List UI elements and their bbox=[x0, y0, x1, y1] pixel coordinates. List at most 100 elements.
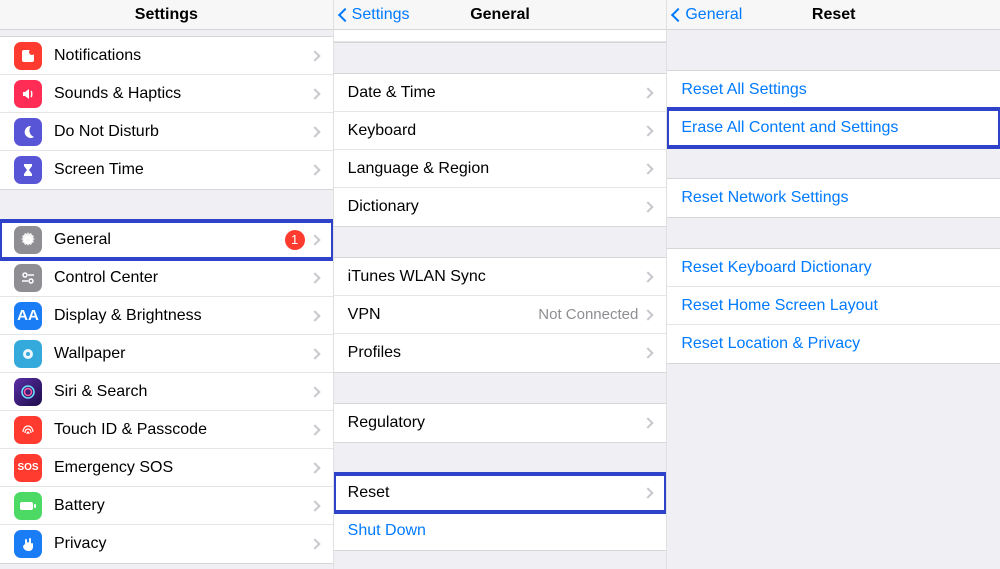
row-label: Reset All Settings bbox=[681, 81, 986, 99]
row-label: General bbox=[54, 231, 285, 249]
row-label: Dictionary bbox=[348, 198, 645, 216]
chevron-right-icon bbox=[309, 126, 320, 137]
row-erase-all[interactable]: Erase All Content and Settings bbox=[667, 109, 1000, 147]
row-label: Reset Location & Privacy bbox=[681, 335, 986, 353]
chevron-left-icon bbox=[671, 7, 685, 21]
row-privacy[interactable]: Privacy bbox=[0, 525, 333, 563]
sos-icon: SOS bbox=[14, 454, 42, 482]
chevron-right-icon bbox=[643, 309, 654, 320]
row-siri[interactable]: Siri & Search bbox=[0, 373, 333, 411]
row-sos[interactable]: SOS Emergency SOS bbox=[0, 449, 333, 487]
chevron-right-icon bbox=[643, 125, 654, 136]
row-keyboard[interactable]: Keyboard bbox=[334, 112, 667, 150]
row-label: Emergency SOS bbox=[54, 459, 311, 477]
chevron-right-icon bbox=[309, 310, 320, 321]
gear-icon bbox=[14, 226, 42, 254]
row-wallpaper[interactable]: Wallpaper bbox=[0, 335, 333, 373]
chevron-left-icon bbox=[338, 7, 352, 21]
chevron-right-icon bbox=[643, 347, 654, 358]
row-reset[interactable]: Reset bbox=[334, 474, 667, 512]
chevron-right-icon bbox=[643, 417, 654, 428]
content-scroll[interactable]: Date & Time Keyboard Language & Region D… bbox=[334, 30, 667, 569]
chevron-right-icon bbox=[309, 386, 320, 397]
chevron-right-icon bbox=[309, 272, 320, 283]
row-sounds[interactable]: Sounds & Haptics bbox=[0, 75, 333, 113]
notifications-icon bbox=[14, 42, 42, 70]
row-profiles[interactable]: Profiles bbox=[334, 334, 667, 372]
row-display[interactable]: AA Display & Brightness bbox=[0, 297, 333, 335]
row-label: iTunes WLAN Sync bbox=[348, 268, 645, 286]
chevron-right-icon bbox=[309, 462, 320, 473]
navbar: Settings General bbox=[334, 0, 667, 30]
row-shutdown[interactable]: Shut Down bbox=[334, 512, 667, 550]
moon-icon bbox=[14, 118, 42, 146]
navbar: General Reset bbox=[667, 0, 1000, 30]
chevron-right-icon bbox=[643, 87, 654, 98]
chevron-right-icon bbox=[309, 234, 320, 245]
chevron-right-icon bbox=[643, 271, 654, 282]
chevron-right-icon bbox=[309, 50, 320, 61]
panel-settings: Settings Notifications Sounds & Haptics bbox=[0, 0, 333, 569]
row-label: Do Not Disturb bbox=[54, 123, 311, 141]
hourglass-icon bbox=[14, 156, 42, 184]
row-label: Reset Home Screen Layout bbox=[681, 297, 986, 315]
row-label: Touch ID & Passcode bbox=[54, 421, 311, 439]
content-scroll[interactable]: Reset All Settings Erase All Content and… bbox=[667, 30, 1000, 569]
hand-icon bbox=[14, 530, 42, 558]
row-reset-location[interactable]: Reset Location & Privacy bbox=[667, 325, 1000, 363]
row-itunes-sync[interactable]: iTunes WLAN Sync bbox=[334, 258, 667, 296]
chevron-right-icon bbox=[309, 500, 320, 511]
chevron-right-icon bbox=[309, 538, 320, 549]
row-regulatory[interactable]: Regulatory bbox=[334, 404, 667, 442]
row-detail: Not Connected bbox=[538, 306, 638, 323]
chevron-right-icon bbox=[309, 88, 320, 99]
row-controlcenter[interactable]: Control Center bbox=[0, 259, 333, 297]
display-icon: AA bbox=[14, 302, 42, 330]
row-label: Regulatory bbox=[348, 414, 645, 432]
content-scroll[interactable]: Notifications Sounds & Haptics Do Not Di… bbox=[0, 30, 333, 569]
row-reset-all[interactable]: Reset All Settings bbox=[667, 71, 1000, 109]
row-touchid[interactable]: Touch ID & Passcode bbox=[0, 411, 333, 449]
row-dnd[interactable]: Do Not Disturb bbox=[0, 113, 333, 151]
row-label: Reset bbox=[348, 484, 645, 502]
row-reset-keyboard-dict[interactable]: Reset Keyboard Dictionary bbox=[667, 249, 1000, 287]
row-dictionary[interactable]: Dictionary bbox=[334, 188, 667, 226]
row-label: Privacy bbox=[54, 535, 311, 553]
row-date-time[interactable]: Date & Time bbox=[334, 74, 667, 112]
row-battery[interactable]: Battery bbox=[0, 487, 333, 525]
row-screentime[interactable]: Screen Time bbox=[0, 151, 333, 189]
back-button[interactable]: Settings bbox=[340, 6, 410, 24]
row-label: Date & Time bbox=[348, 84, 645, 102]
panel-reset: General Reset Reset All Settings Erase A… bbox=[666, 0, 1000, 569]
row-reset-network[interactable]: Reset Network Settings bbox=[667, 179, 1000, 217]
row-general[interactable]: General 1 bbox=[0, 221, 333, 259]
nav-title: General bbox=[470, 6, 530, 24]
row-label: VPN bbox=[348, 306, 539, 324]
nav-title: Reset bbox=[812, 6, 856, 24]
row-label: Reset Keyboard Dictionary bbox=[681, 259, 986, 277]
battery-icon bbox=[14, 492, 42, 520]
siri-icon bbox=[14, 378, 42, 406]
row-vpn[interactable]: VPN Not Connected bbox=[334, 296, 667, 334]
back-label: Settings bbox=[352, 6, 410, 24]
row-label: Display & Brightness bbox=[54, 307, 311, 325]
panel-general: Settings General Date & Time Keyboard La… bbox=[333, 0, 667, 569]
chevron-right-icon bbox=[643, 487, 654, 498]
row-cutoff bbox=[334, 30, 667, 42]
chevron-right-icon bbox=[643, 201, 654, 212]
row-label: Keyboard bbox=[348, 122, 645, 140]
back-button[interactable]: General bbox=[673, 6, 742, 24]
row-reset-homescreen[interactable]: Reset Home Screen Layout bbox=[667, 287, 1000, 325]
chevron-right-icon bbox=[309, 348, 320, 359]
row-label: Profiles bbox=[348, 344, 645, 362]
chevron-right-icon bbox=[309, 424, 320, 435]
row-notifications[interactable]: Notifications bbox=[0, 37, 333, 75]
row-label: Battery bbox=[54, 497, 311, 515]
row-label: Wallpaper bbox=[54, 345, 311, 363]
row-label: Reset Network Settings bbox=[681, 189, 986, 207]
row-label: Notifications bbox=[54, 47, 311, 65]
row-language[interactable]: Language & Region bbox=[334, 150, 667, 188]
wallpaper-icon bbox=[14, 340, 42, 368]
row-label: Screen Time bbox=[54, 161, 311, 179]
row-label: Shut Down bbox=[348, 522, 653, 540]
